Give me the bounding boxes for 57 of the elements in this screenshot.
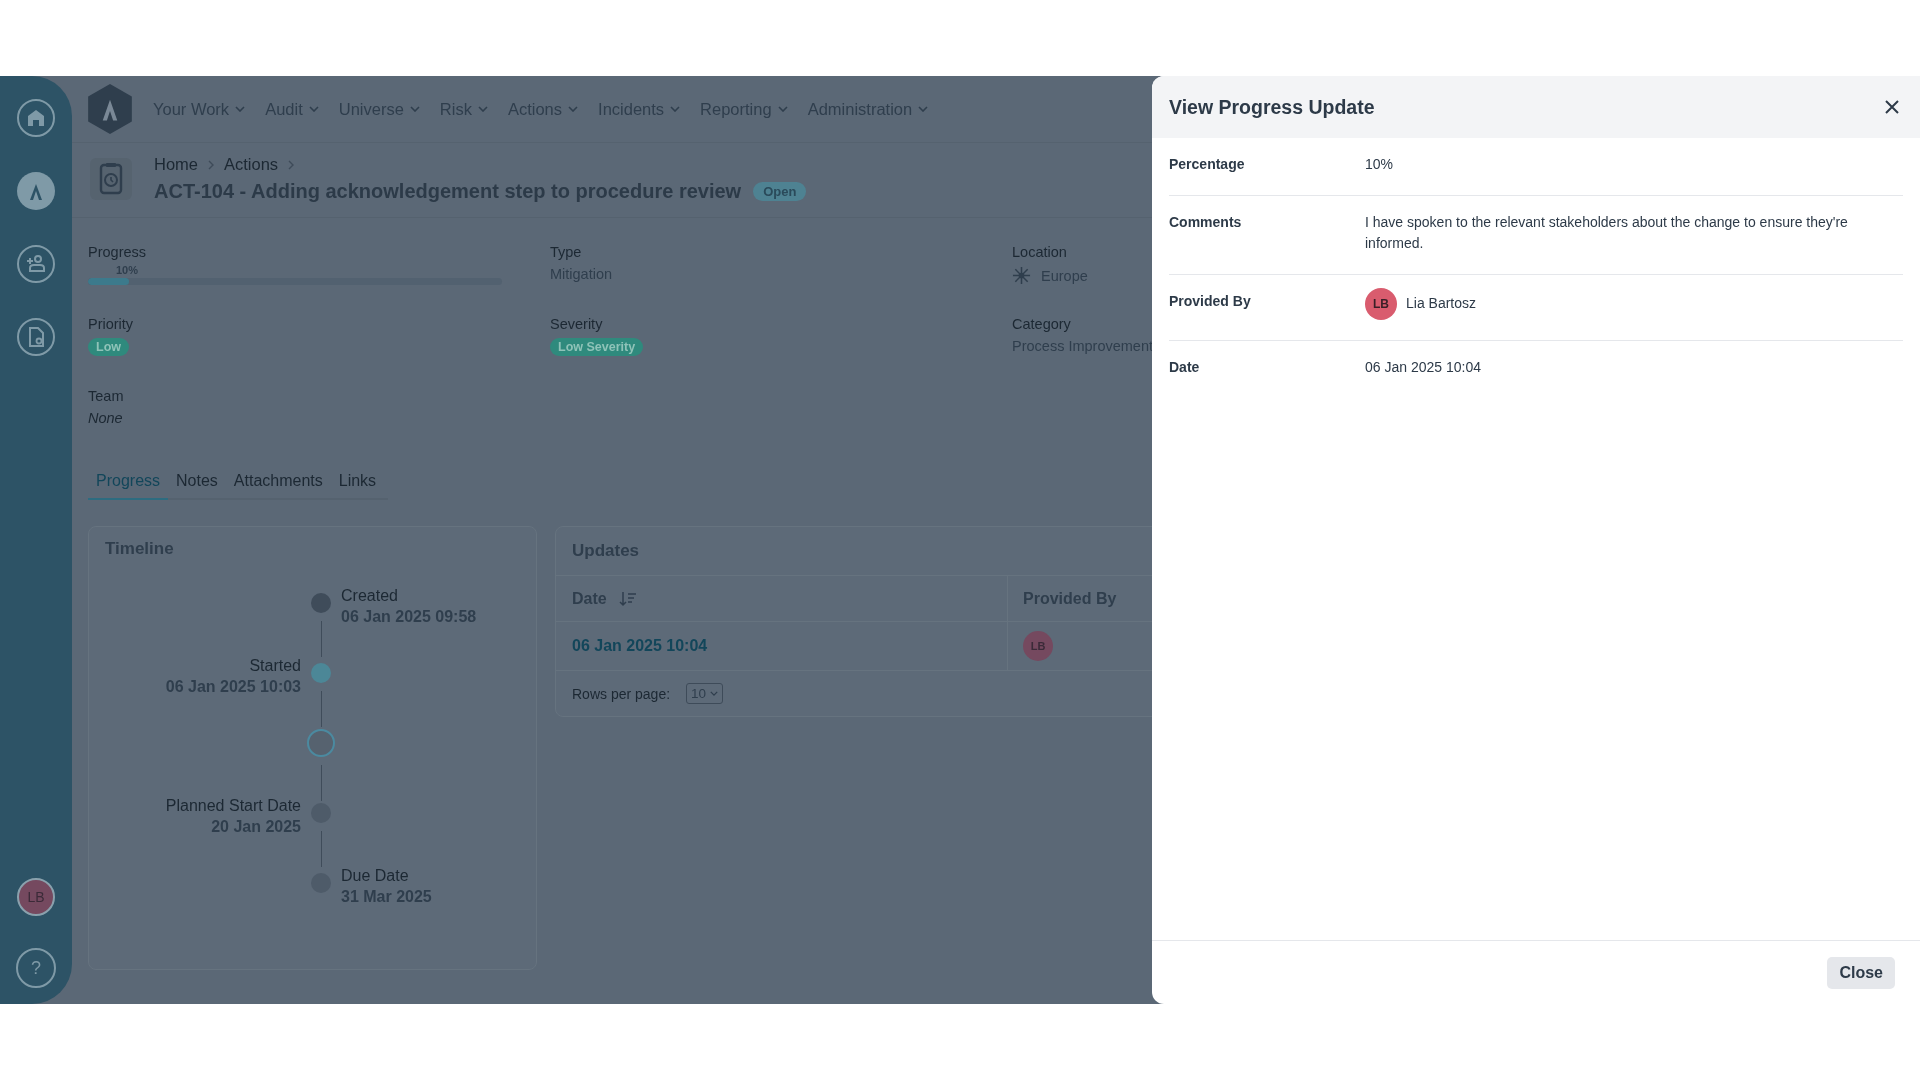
close-icon[interactable] — [1884, 99, 1900, 115]
chevron-down-icon[interactable] — [568, 106, 579, 112]
field-label: Category — [1012, 316, 1071, 332]
people-icon[interactable] — [16, 244, 56, 284]
status-badge: Open — [753, 182, 807, 201]
field-label: Team — [88, 388, 124, 404]
detail-label: Comments — [1169, 214, 1243, 230]
chevron-down-icon[interactable] — [308, 106, 319, 112]
breadcrumb-link[interactable]: Actions — [224, 155, 279, 174]
field-badge: Low — [88, 338, 129, 356]
user-avatar[interactable]: LB — [17, 878, 55, 916]
detail-value: 06 Jan 2025 10:04 — [1365, 358, 1482, 377]
chevron-down-icon[interactable] — [918, 106, 929, 112]
tab[interactable]: Links — [330, 464, 385, 500]
close-button[interactable]: Close — [1827, 956, 1895, 989]
tab[interactable]: Progress — [88, 464, 169, 500]
field-label: Priority — [88, 316, 134, 332]
chevron-down-icon[interactable] — [477, 106, 488, 112]
detail-label: Provided By — [1169, 293, 1252, 309]
event-label: Started — [249, 657, 301, 675]
user-avatar: LB — [1365, 288, 1397, 320]
chevron-down-icon[interactable] — [777, 106, 788, 112]
detail-value: 10% — [1365, 155, 1395, 174]
chevron-down-icon[interactable] — [409, 106, 420, 112]
detail-label: Date — [1169, 359, 1201, 375]
event-label: Created — [341, 587, 398, 605]
chevron-icon — [208, 159, 214, 170]
detail-value: Lia Bartosz — [1406, 293, 1477, 313]
chevron-down-icon[interactable] — [670, 106, 681, 112]
tab[interactable]: Notes — [168, 464, 226, 500]
chevron-down-icon[interactable] — [235, 106, 246, 112]
home-icon[interactable] — [16, 98, 56, 138]
breadcrumb-link[interactable]: Home — [154, 155, 198, 174]
field-value: None — [88, 410, 123, 426]
panel-title: View Progress Update — [1169, 95, 1375, 119]
tab[interactable]: Attachments — [225, 464, 331, 500]
event-label: Due Date — [341, 867, 409, 885]
detail-label: Percentage — [1169, 156, 1246, 172]
field-label: Type — [550, 244, 582, 260]
rows-per-page-label: Rows per page: — [572, 685, 671, 702]
logo-icon[interactable] — [86, 83, 134, 135]
detail-value: I have spoken to the relevant stakeholders about the change to ensure they're informed. — [1365, 213, 1849, 253]
document-icon[interactable] — [16, 317, 56, 357]
field-badge: Low Severity — [550, 338, 644, 356]
field-label: Severity — [550, 316, 603, 332]
chevron-down-icon[interactable] — [710, 691, 719, 696]
date-link[interactable]: 06 Jan 2025 10:04 — [572, 637, 708, 655]
clipboard-clock-icon — [90, 158, 132, 200]
sort-icon[interactable] — [618, 590, 637, 607]
chevron-icon — [288, 159, 295, 170]
user-avatar: LB — [1023, 631, 1053, 661]
help-button[interactable]: ? — [16, 948, 56, 988]
event-label: Planned Start Date — [165, 797, 301, 815]
field-label: Progress — [88, 244, 147, 260]
logo-icon[interactable] — [16, 171, 56, 211]
field-label: Location — [1012, 244, 1067, 260]
network-icon — [1012, 266, 1031, 285]
